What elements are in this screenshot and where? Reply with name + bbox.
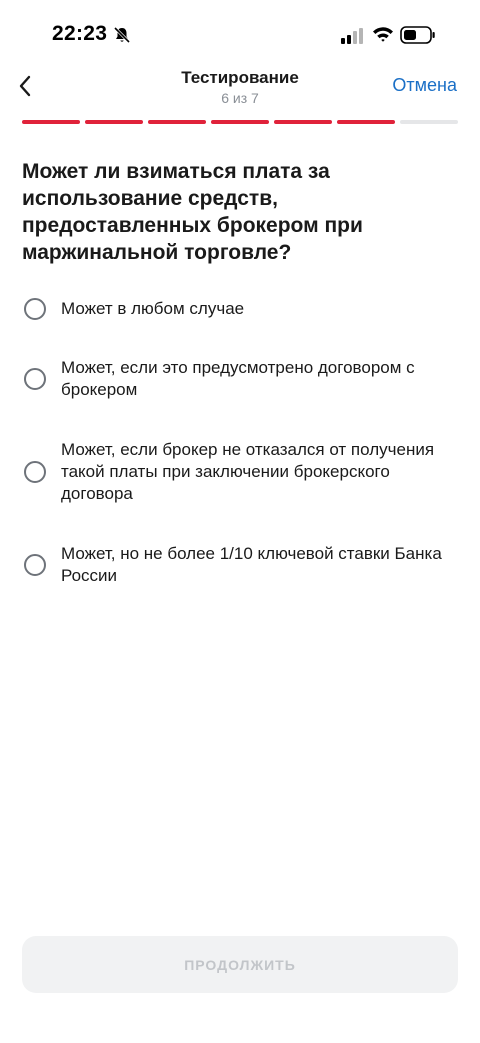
answer-option-4[interactable]: Может, но не более 1/10 ключевой ставки …	[22, 543, 458, 587]
status-time: 22:23	[52, 22, 108, 45]
progress-segment	[400, 120, 458, 124]
answer-option-label: Может, если это предусмотрено договором …	[61, 358, 415, 399]
progress-segment	[337, 120, 395, 124]
bell-slash-icon	[113, 26, 131, 44]
radio-button[interactable]	[24, 368, 46, 390]
status-bar: 22:23	[0, 0, 480, 60]
progress-segment	[211, 120, 269, 124]
wifi-icon	[373, 27, 393, 42]
progress-segment	[274, 120, 332, 124]
progress-segment	[85, 120, 143, 124]
battery-icon	[400, 26, 435, 44]
radio-button[interactable]	[24, 461, 46, 483]
question-text: Может ли взиматься плата за использовани…	[22, 160, 363, 264]
answer-option-3[interactable]: Может, если брокер не отказался от получ…	[22, 439, 458, 505]
answer-option-label: Может, но не более 1/10 ключевой ставки …	[61, 544, 442, 585]
answer-option-2[interactable]: Может, если это предусмотрено договором …	[22, 357, 458, 401]
progress-segment	[148, 120, 206, 124]
answer-option-1[interactable]: Может в любом случае	[22, 296, 458, 322]
radio-button[interactable]	[24, 298, 46, 320]
cancel-button[interactable]: Отмена	[392, 75, 457, 96]
progress-segment	[22, 120, 80, 124]
answer-option-label: Может в любом случае	[61, 299, 245, 318]
continue-button[interactable]: ПРОДОЛЖИТЬ	[22, 936, 458, 993]
radio-button[interactable]	[24, 554, 46, 576]
progress-bar	[22, 120, 458, 125]
nav-bar: Тестирование 6 из 7 Отмена	[0, 60, 480, 120]
answer-option-label: Может, если брокер не отказался от получ…	[61, 440, 435, 503]
cellular-signal-icon	[341, 28, 363, 44]
